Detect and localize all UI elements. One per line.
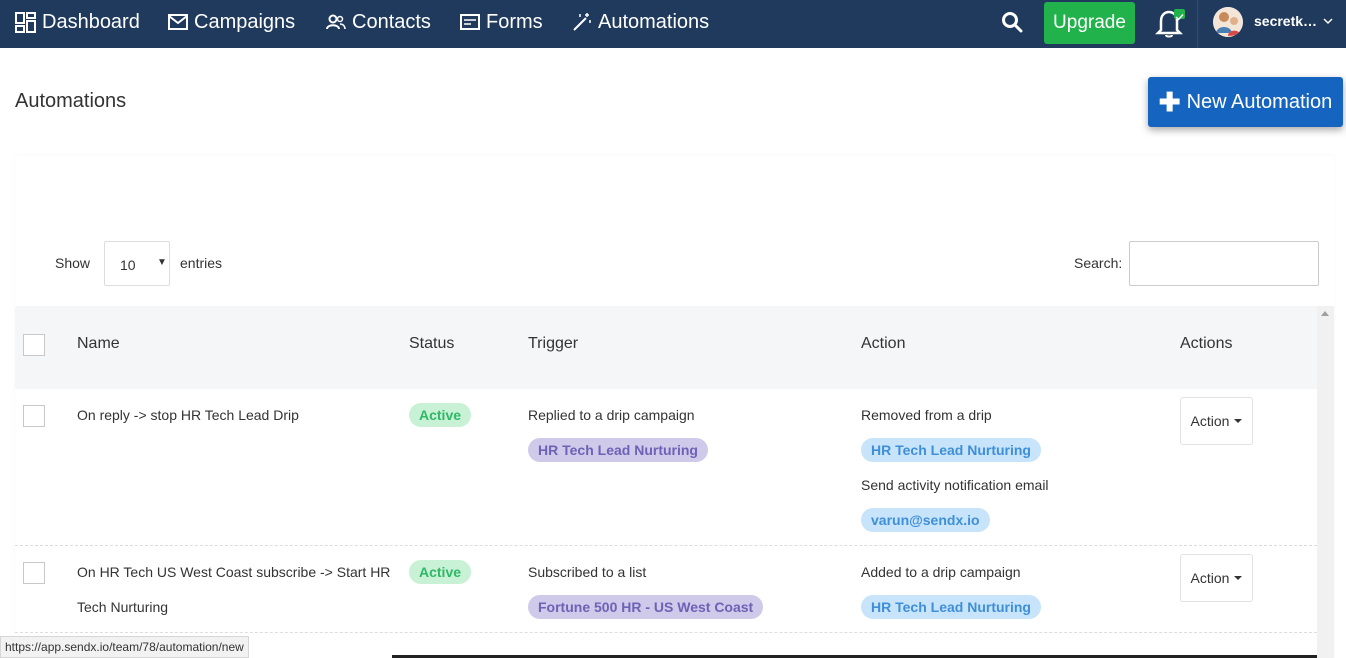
user-name[interactable]: secretkeeper bbox=[1254, 13, 1318, 29]
upgrade-button[interactable]: Upgrade bbox=[1044, 2, 1135, 44]
header-actions: Actions bbox=[1180, 335, 1233, 352]
header-name[interactable]: Name bbox=[77, 335, 120, 353]
nav-contacts[interactable]: Contacts bbox=[326, 0, 431, 44]
header-trigger[interactable]: Trigger bbox=[528, 335, 578, 353]
nav-automations[interactable]: Automations bbox=[572, 0, 709, 44]
scroll-up-arrow-icon[interactable] bbox=[1321, 311, 1329, 316]
header-status[interactable]: Status bbox=[409, 335, 454, 353]
magic-wand-icon bbox=[573, 13, 591, 31]
nav-divider bbox=[1197, 0, 1198, 48]
new-automation-label: New Automation bbox=[1186, 90, 1333, 113]
caret-down-icon: ▼ bbox=[157, 257, 167, 268]
trigger-text: Subscribed to a list bbox=[528, 564, 647, 580]
row-checkbox[interactable] bbox=[23, 562, 45, 584]
show-label: Show bbox=[55, 255, 91, 271]
plus-icon: ✚ bbox=[1158, 87, 1181, 117]
nav-forms[interactable]: Forms bbox=[460, 0, 543, 44]
status-badge: Active bbox=[409, 560, 472, 584]
nav-dashboard[interactable]: Dashboard bbox=[15, 0, 140, 44]
search-input[interactable] bbox=[1129, 241, 1319, 286]
search-label: Search: bbox=[1074, 255, 1123, 271]
trigger-tag: Fortune 500 HR - US West Coast bbox=[528, 595, 764, 619]
mail-icon bbox=[168, 14, 188, 30]
action-tag: HR Tech Lead Nurturing bbox=[861, 438, 1041, 462]
nav-dashboard-label: Dashboard bbox=[42, 10, 140, 33]
table-header bbox=[15, 306, 1317, 389]
trigger-text: Replied to a drip campaign bbox=[528, 407, 695, 423]
new-automation-button[interactable]: ✚ New Automation bbox=[1148, 77, 1343, 127]
status-badge: Active bbox=[409, 403, 472, 427]
row-action-dropdown[interactable]: Action bbox=[1180, 397, 1253, 445]
entries-label: entries bbox=[180, 255, 223, 271]
dashboard-icon bbox=[15, 11, 36, 33]
action-text: Removed from a drip bbox=[861, 407, 992, 423]
row-divider bbox=[15, 632, 1317, 633]
status-bar-url: https://app.sendx.io/team/78/automation/… bbox=[0, 636, 249, 658]
nav-campaigns-label: Campaigns bbox=[194, 10, 296, 33]
forms-icon bbox=[460, 14, 480, 30]
action-tag: HR Tech Lead Nurturing bbox=[861, 595, 1041, 619]
action-text-2: Send activity notification email bbox=[861, 477, 1049, 493]
nav-automations-label: Automations bbox=[598, 10, 710, 33]
search-icon[interactable] bbox=[1000, 10, 1024, 34]
entries-select[interactable]: 10 ▼ bbox=[104, 241, 170, 286]
page-title: Automations bbox=[15, 90, 127, 112]
check-icon bbox=[1175, 13, 1184, 21]
nav-forms-label: Forms bbox=[486, 10, 543, 33]
action-dropdown-label: Action bbox=[1190, 570, 1230, 586]
caret-down-icon bbox=[1234, 419, 1243, 423]
row-action-dropdown[interactable]: Action bbox=[1180, 554, 1253, 602]
automation-name[interactable]: On reply -> stop HR Tech Lead Drip bbox=[77, 407, 299, 423]
automation-name-line2[interactable]: Tech Nurturing bbox=[77, 599, 168, 615]
entries-value: 10 bbox=[120, 257, 136, 273]
caret-down-icon bbox=[1234, 576, 1243, 580]
chevron-down-icon[interactable] bbox=[1322, 15, 1334, 27]
contacts-icon bbox=[326, 14, 346, 30]
action-tag-2: varun@sendx.io bbox=[861, 508, 990, 532]
nav-campaigns[interactable]: Campaigns bbox=[168, 0, 295, 44]
automation-name[interactable]: On HR Tech US West Coast subscribe -> St… bbox=[77, 564, 390, 580]
user-avatar-icon bbox=[1213, 7, 1243, 37]
nav-contacts-label: Contacts bbox=[352, 10, 431, 33]
header-action[interactable]: Action bbox=[861, 335, 905, 353]
action-text: Added to a drip campaign bbox=[861, 564, 1021, 580]
trigger-tag: HR Tech Lead Nurturing bbox=[528, 438, 708, 462]
row-checkbox[interactable] bbox=[23, 405, 45, 427]
row-divider bbox=[15, 545, 1317, 546]
avatar[interactable] bbox=[1213, 7, 1243, 37]
action-dropdown-label: Action bbox=[1190, 413, 1230, 429]
notification-badge bbox=[1174, 9, 1185, 21]
top-navbar: Dashboard Campaigns Contacts Forms Autom… bbox=[0, 0, 1346, 48]
select-all-checkbox[interactable] bbox=[23, 334, 45, 356]
table-scrollbar[interactable] bbox=[1317, 306, 1334, 658]
